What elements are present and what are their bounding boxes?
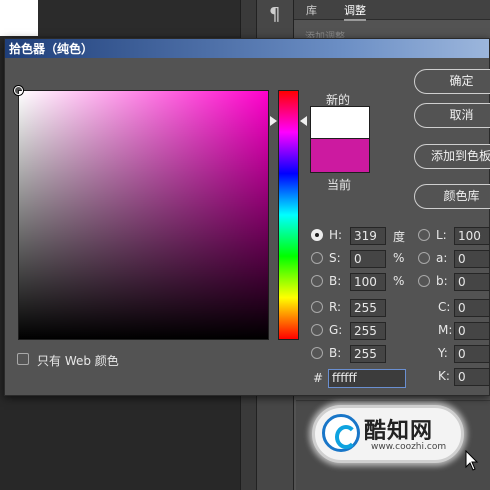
color-libraries-button[interactable]: 颜色库 (414, 184, 490, 209)
a-channel-label: a: (436, 251, 448, 265)
web-colors-checkbox[interactable] (17, 353, 29, 365)
brightness-input[interactable]: 100 (350, 273, 386, 291)
watermark-url: www.coozhi.com (371, 442, 447, 452)
tab-adjustments[interactable]: 调整 (344, 2, 366, 21)
cancel-button[interactable]: 取消 (414, 103, 490, 128)
brightness-unit: % (393, 274, 405, 288)
dialog-title: 拾色器（纯色） (9, 42, 94, 56)
saturation-radio[interactable] (311, 252, 323, 264)
hue-unit: 度 (393, 230, 406, 244)
blue-label: B: (329, 346, 342, 360)
panel-tab-bar: 库 调整 (294, 0, 490, 21)
hex-prefix-label: # (313, 371, 324, 385)
hue-label: H: (329, 228, 343, 242)
blue-input[interactable]: 255 (350, 345, 386, 363)
black-label: K: (438, 369, 450, 383)
add-to-swatches-button[interactable]: 添加到色板 (414, 144, 490, 169)
color-picker-dialog: 拾色器（纯色） 新的 当前 确定 取消 添加到色板 颜色库 H: 319 度 S… (4, 38, 490, 396)
cyan-label: C: (438, 300, 451, 314)
hue-slider-right-arrow-icon[interactable] (300, 116, 307, 126)
watermark-title: 酷知网 (364, 419, 434, 444)
saturation-brightness-field[interactable] (18, 90, 269, 340)
a-channel-radio[interactable] (418, 252, 430, 264)
saturation-unit: % (393, 251, 405, 265)
new-color-swatch (310, 106, 370, 139)
ok-button[interactable]: 确定 (414, 69, 490, 94)
green-radio[interactable] (311, 324, 323, 336)
b-channel-input[interactable]: 0 (454, 273, 490, 291)
web-colors-label: 只有 Web 颜色 (37, 354, 119, 368)
paragraph-icon[interactable]: ¶ (269, 4, 280, 25)
red-radio[interactable] (311, 301, 323, 313)
brightness-label: B: (329, 274, 342, 288)
yellow-input[interactable]: 0 (454, 345, 490, 363)
lightness-input[interactable]: 100 (454, 227, 490, 245)
b-channel-label: b: (436, 274, 448, 288)
green-label: G: (329, 323, 343, 337)
magenta-input[interactable]: 0 (454, 322, 490, 340)
color-selector-handle[interactable] (14, 86, 23, 95)
hue-input[interactable]: 319 (350, 227, 386, 245)
saturation-label: S: (329, 251, 341, 265)
red-label: R: (329, 300, 342, 314)
blue-radio[interactable] (311, 347, 323, 359)
a-channel-input[interactable]: 0 (454, 250, 490, 268)
dialog-titlebar[interactable]: 拾色器（纯色） (5, 39, 489, 58)
black-input[interactable]: 0 (454, 368, 490, 386)
magenta-label: M: (438, 323, 453, 337)
canvas-document (0, 0, 38, 36)
hue-slider-left-arrow-icon[interactable] (270, 116, 277, 126)
cyan-input[interactable]: 0 (454, 299, 490, 317)
yellow-label: Y: (438, 346, 448, 360)
brightness-radio[interactable] (311, 275, 323, 287)
green-input[interactable]: 255 (350, 322, 386, 340)
hue-radio[interactable] (311, 229, 323, 241)
mouse-cursor-icon (465, 450, 479, 471)
current-color-swatch[interactable] (310, 139, 370, 173)
tab-libraries[interactable]: 库 (306, 2, 317, 18)
lightness-radio[interactable] (418, 229, 430, 241)
b-channel-radio[interactable] (418, 275, 430, 287)
hue-slider[interactable] (278, 90, 299, 340)
saturation-input[interactable]: 0 (350, 250, 386, 268)
lightness-label: L: (436, 228, 447, 242)
watermark-logo-icon (322, 414, 360, 452)
red-input[interactable]: 255 (350, 299, 386, 317)
current-color-label: 当前 (327, 178, 352, 192)
hex-input[interactable]: ffffff (328, 369, 406, 388)
